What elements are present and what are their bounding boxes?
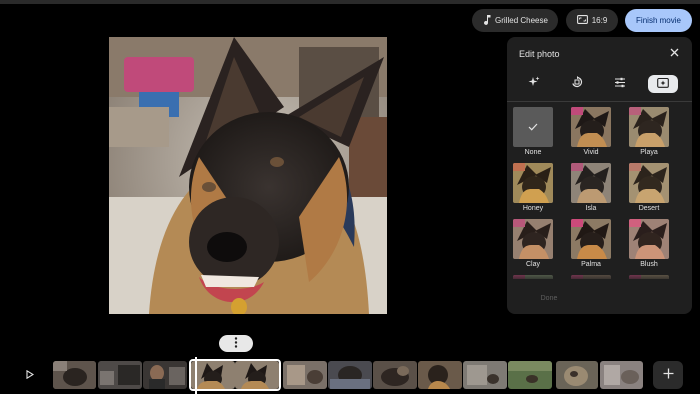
rotate-icon [571,75,583,93]
play-button[interactable] [22,367,38,383]
filter-desert[interactable]: Desert [629,163,669,213]
plus-icon [663,366,674,384]
timeline-clip[interactable] [328,361,372,389]
timeline-clip[interactable] [98,361,142,389]
filter-thumbnail [571,163,611,203]
edit-photo-panel: Edit photo None Vivid Playa Honey Isla D… [507,37,692,314]
finish-movie-button[interactable]: Finish movie [625,9,692,32]
photo-preview [109,37,387,314]
timeline-clip[interactable] [508,361,552,389]
filter-label: Isla [585,205,597,212]
finish-movie-label: Finish movie [636,16,681,25]
close-icon [670,44,679,62]
filter-thumbnail [571,107,611,147]
timeline-clip[interactable] [463,361,507,389]
filter-label: Vivid [583,149,599,156]
filter-grid-fade [507,267,692,283]
top-bar [0,0,700,4]
filter-playa[interactable]: Playa [629,107,669,157]
filter-isla[interactable]: Isla [571,163,611,213]
timeline-clip[interactable] [373,361,417,389]
checkmark-icon [528,118,538,136]
filter-thumbnail [571,219,611,259]
tab-filters[interactable] [648,75,678,93]
panel-title: Edit photo [519,49,560,59]
timeline-clip[interactable] [418,361,462,389]
tab-rotate-crop[interactable] [562,75,592,93]
tab-divider [507,101,692,102]
sparkle-icon [528,75,540,93]
timeline [0,357,700,394]
timeline-clip[interactable] [53,361,96,389]
add-media-button[interactable] [653,361,683,389]
filter-thumbnail [513,219,553,259]
selected-clip-outline [189,359,281,391]
tab-adjust[interactable] [605,75,635,93]
filter-label: Playa [640,149,658,156]
filter-label: Desert [638,205,660,212]
filter-clay[interactable]: Clay [513,219,553,269]
filter-none[interactable]: None [513,107,553,157]
timeline-clip[interactable] [600,361,643,389]
aspect-ratio-icon [576,15,588,26]
done-button[interactable]: Done [519,290,579,306]
timeline-clip[interactable] [143,361,187,389]
filter-icon [657,75,669,93]
filter-thumbnail [629,163,669,203]
close-panel-button[interactable] [667,46,681,60]
filter-thumbnail [513,163,553,203]
tab-auto-enhance[interactable] [519,75,549,93]
music-button[interactable]: Grilled Cheese [472,9,558,32]
more-options-button[interactable] [219,335,253,352]
filter-label: Honey [522,205,544,212]
filter-label: None [524,149,542,156]
timeline-clip[interactable] [283,361,327,389]
music-note-icon [482,14,491,27]
sliders-icon [614,75,626,93]
play-icon [26,366,35,384]
filter-thumbnail [629,107,669,147]
filter-blush[interactable]: Blush [629,219,669,269]
filter-vivid[interactable]: Vivid [571,107,611,157]
filter-palma[interactable]: Palma [571,219,611,269]
filter-honey[interactable]: Honey [513,163,553,213]
filter-grid: None Vivid Playa Honey Isla Desert Clay … [507,107,692,279]
aspect-ratio-button[interactable]: 16:9 [566,9,618,32]
timeline-clip[interactable] [556,361,598,389]
filter-thumbnail [513,107,553,147]
aspect-ratio-label: 16:9 [591,16,608,25]
more-vertical-icon [234,335,238,353]
edit-tabs [507,75,692,97]
filter-thumbnail [629,219,669,259]
playhead[interactable] [195,357,197,394]
music-label: Grilled Cheese [495,16,548,25]
